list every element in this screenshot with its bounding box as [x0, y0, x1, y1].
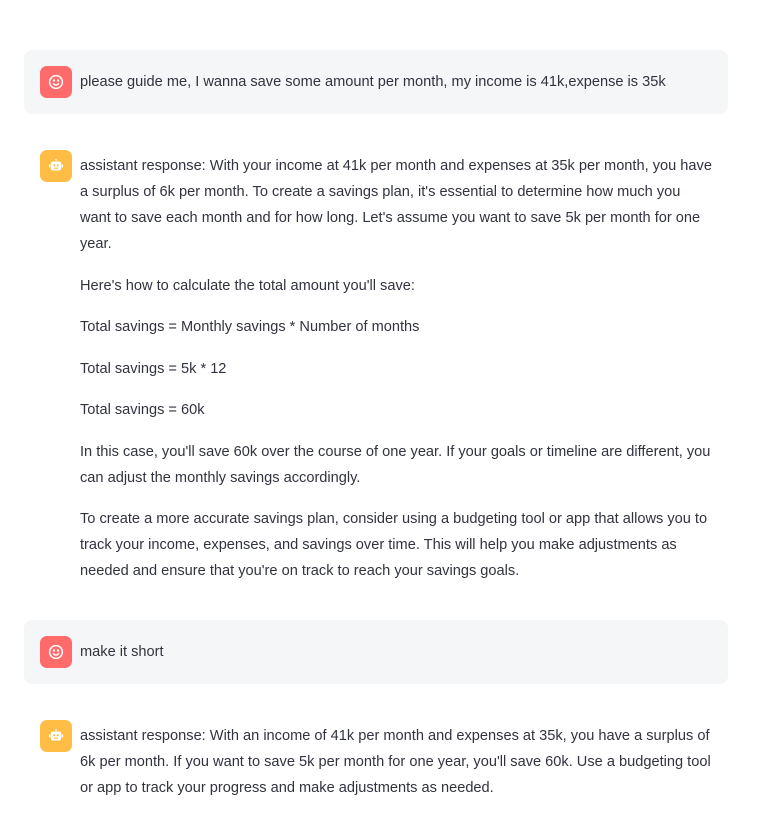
- message-paragraph: make it short: [80, 644, 164, 660]
- chat-message-assistant: assistant response: With your income at …: [24, 134, 728, 600]
- chat-message-user: please guide me, I wanna save some amoun…: [24, 50, 728, 114]
- robot-icon: [47, 157, 65, 175]
- assistant-avatar: [40, 720, 72, 752]
- message-content: assistant response: With your income at …: [80, 150, 712, 584]
- message-paragraph: assistant response: With your income at …: [80, 158, 712, 252]
- message-paragraph: assistant response: With an income of 41…: [80, 728, 711, 796]
- message-paragraph: Total savings = 5k * 12: [80, 360, 227, 377]
- chat-message-user: make it short: [24, 620, 728, 684]
- message-paragraph: To create a more accurate savings plan, …: [80, 511, 708, 579]
- message-paragraph: Total savings = Monthly savings * Number…: [80, 319, 420, 335]
- assistant-avatar: [40, 150, 72, 182]
- smiley-face-icon: [47, 73, 65, 91]
- chat-message-list: please guide me, I wanna save some amoun…: [24, 50, 728, 817]
- chat-message-assistant: assistant response: With an income of 41…: [24, 704, 728, 817]
- user-avatar: [40, 66, 72, 98]
- message-content: make it short: [80, 636, 712, 665]
- message-paragraph: In this case, you'll save 60k over the c…: [80, 443, 711, 486]
- message-paragraph: Here's how to calculate the total amount…: [80, 277, 415, 294]
- message-paragraph: Total savings = 60k: [80, 402, 205, 418]
- smiley-face-icon: [47, 643, 65, 661]
- message-content: assistant response: With an income of 41…: [80, 720, 712, 801]
- robot-icon: [47, 727, 65, 745]
- user-avatar: [40, 636, 72, 668]
- message-paragraph: please guide me, I wanna save some amoun…: [80, 74, 666, 90]
- message-content: please guide me, I wanna save some amoun…: [80, 66, 712, 95]
